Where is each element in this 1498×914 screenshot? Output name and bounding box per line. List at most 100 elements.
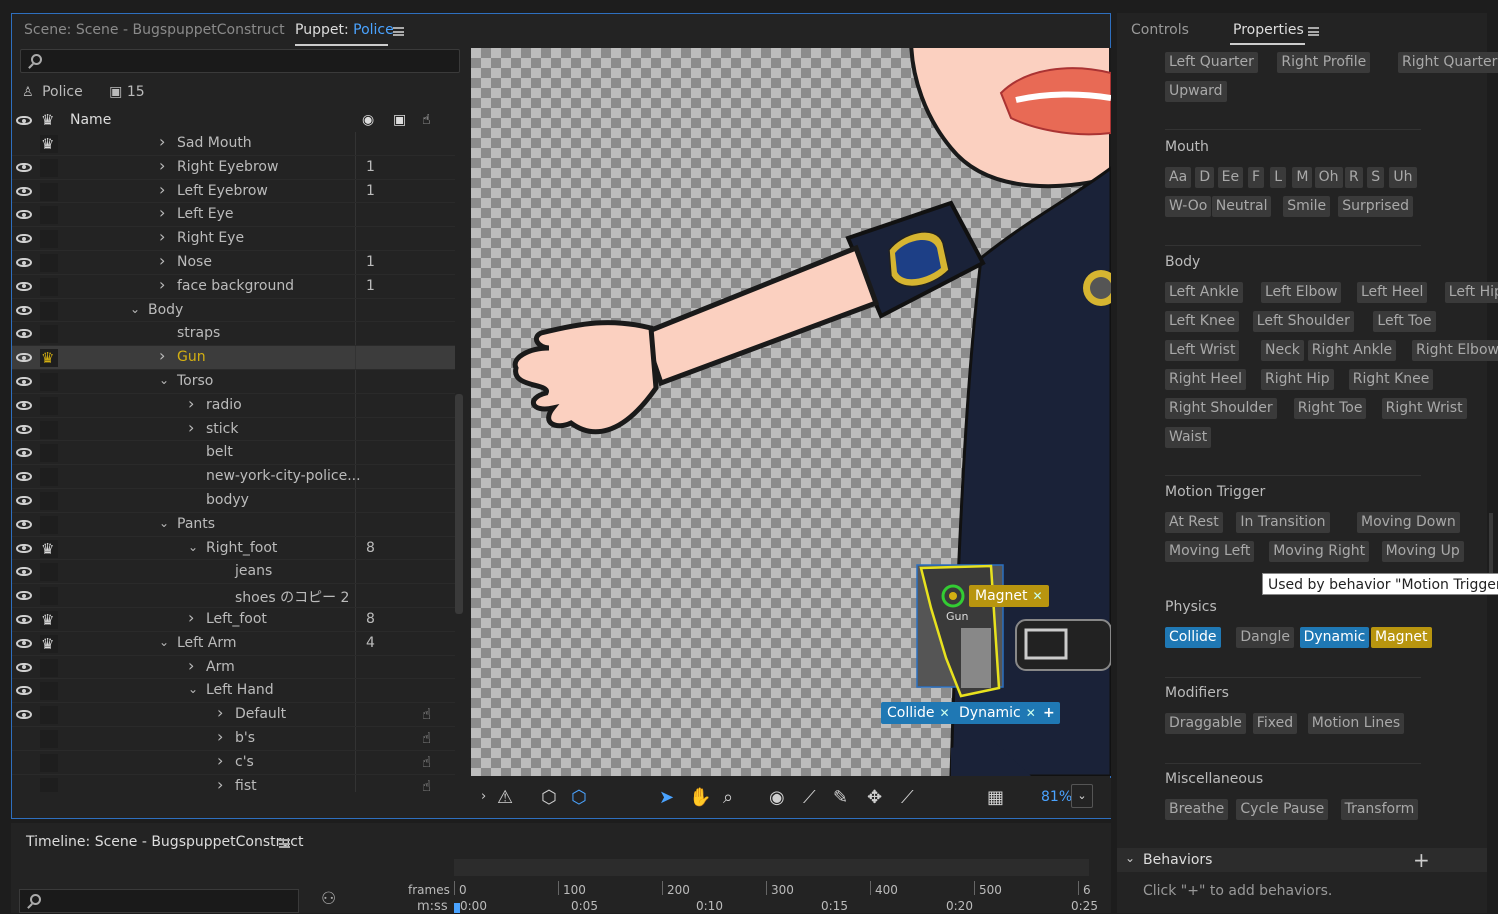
- tag-neck[interactable]: Neck: [1261, 340, 1304, 361]
- dragger-icon[interactable]: ⟋: [803, 787, 816, 808]
- chevron-right-icon[interactable]: ›: [188, 608, 194, 627]
- tag-left-toe[interactable]: Left Toe: [1373, 311, 1436, 332]
- layer-row[interactable]: straps: [12, 322, 455, 347]
- eye-icon[interactable]: [16, 710, 32, 720]
- tag-waist[interactable]: Waist: [1165, 427, 1212, 448]
- tag-l[interactable]: L: [1270, 167, 1286, 188]
- crown-icon[interactable]: ♛: [41, 349, 54, 367]
- tag-dynamic[interactable]: Dynamic: [1299, 627, 1370, 648]
- tag-w-oo[interactable]: W-Oo: [1165, 196, 1212, 217]
- close-icon[interactable]: ✕: [1033, 589, 1043, 603]
- close-icon[interactable]: ✕: [940, 706, 950, 720]
- tag-left-elbow[interactable]: Left Elbow: [1261, 282, 1342, 303]
- tag-left-hip[interactable]: Left Hip: [1444, 282, 1498, 303]
- tag-oh[interactable]: Oh: [1314, 167, 1343, 188]
- layer-search-input[interactable]: [20, 49, 460, 73]
- chevron-down-icon[interactable]: ⌄: [188, 540, 198, 554]
- eye-icon[interactable]: [16, 448, 32, 458]
- eye-icon[interactable]: [16, 162, 32, 172]
- layers-scrollbar[interactable]: [455, 394, 463, 614]
- chevron-right-icon[interactable]: ›: [188, 394, 194, 413]
- crown-toggle[interactable]: [40, 373, 58, 391]
- layer-row[interactable]: ♛ ⌄ Left Arm 4: [12, 631, 455, 656]
- crown-toggle[interactable]: [40, 254, 58, 272]
- panel-menu-icon[interactable]: [393, 27, 404, 36]
- tag-right-elbow[interactable]: Right Elbow: [1412, 340, 1498, 361]
- crown-toggle[interactable]: [40, 301, 58, 320]
- tag-left-ankle[interactable]: Left Ankle: [1165, 282, 1243, 303]
- zoom-icon[interactable]: ⌕: [723, 787, 733, 808]
- chevron-down-icon[interactable]: ⌄: [188, 682, 198, 696]
- tag-left-heel[interactable]: Left Heel: [1357, 282, 1428, 303]
- layer-row[interactable]: › face background 1: [12, 274, 455, 299]
- chevron-right-icon[interactable]: ›: [188, 656, 194, 675]
- eye-icon[interactable]: [16, 281, 32, 291]
- dynamic-tag[interactable]: Dynamic ✕: [953, 702, 1042, 724]
- chevron-right-icon[interactable]: ›: [159, 203, 165, 222]
- tab-puppet[interactable]: Puppet: Police: [295, 22, 394, 38]
- tag-uh[interactable]: Uh: [1389, 167, 1417, 188]
- hexagon-icon[interactable]: ⬡: [571, 787, 587, 808]
- tag-left-shoulder[interactable]: Left Shoulder: [1252, 311, 1354, 332]
- eye-icon[interactable]: [16, 472, 32, 482]
- chevron-right-icon[interactable]: ›: [159, 156, 165, 175]
- crown-toggle[interactable]: [40, 706, 58, 725]
- eye-icon[interactable]: [16, 567, 32, 577]
- tag-right-profile[interactable]: Right Profile: [1277, 52, 1371, 73]
- tag-transform[interactable]: Transform: [1340, 799, 1419, 820]
- tag-ee[interactable]: Ee: [1217, 167, 1244, 188]
- chevron-down-icon[interactable]: ⌄: [1071, 784, 1093, 808]
- crown-toggle[interactable]: [40, 777, 58, 792]
- layer-row[interactable]: ♛ › Sad Mouth: [12, 132, 455, 156]
- layer-row[interactable]: ⌄ Left Hand: [12, 679, 455, 704]
- select-arrow-icon[interactable]: ➤: [659, 787, 674, 808]
- tag-collide[interactable]: Collide: [1165, 627, 1221, 648]
- chevron-down-icon[interactable]: ⌄: [159, 373, 169, 387]
- eye-icon[interactable]: [16, 662, 32, 672]
- crown-icon[interactable]: ♛: [41, 540, 54, 558]
- eye-icon[interactable]: [16, 591, 32, 601]
- crown-toggle[interactable]: [40, 682, 58, 701]
- tag-f[interactable]: F: [1248, 167, 1265, 188]
- eye-icon[interactable]: [16, 234, 32, 244]
- chevron-down-icon[interactable]: ⌄: [130, 302, 140, 316]
- tag-cycle-pause[interactable]: Cycle Pause: [1236, 799, 1329, 820]
- tag-dangle[interactable]: Dangle: [1236, 627, 1295, 648]
- eye-icon[interactable]: [16, 615, 32, 624]
- tag-right-wrist[interactable]: Right Wrist: [1381, 398, 1467, 419]
- chevron-right-icon[interactable]: ›: [159, 251, 165, 270]
- layer-row[interactable]: › Right Eye: [12, 227, 455, 251]
- tag-left-quarter[interactable]: Left Quarter: [1165, 52, 1258, 73]
- pin-icon[interactable]: ✎: [833, 787, 848, 808]
- hand-icon[interactable]: ☝: [422, 753, 431, 771]
- layer-row[interactable]: jeans: [12, 560, 455, 585]
- eye-icon[interactable]: [16, 377, 32, 386]
- chevron-right-icon[interactable]: ›: [217, 727, 223, 746]
- timeline-title[interactable]: Timeline: Scene - BugspuppetConstruct: [26, 834, 303, 850]
- crown-toggle[interactable]: [40, 753, 58, 772]
- tag-right-ankle[interactable]: Right Ankle: [1307, 340, 1397, 361]
- magnet-tag[interactable]: Magnet ✕: [969, 585, 1049, 607]
- tag-motion-lines[interactable]: Motion Lines: [1307, 713, 1405, 734]
- layer-row[interactable]: shoes のコピー 2: [12, 584, 455, 608]
- crown-toggle[interactable]: [40, 515, 58, 534]
- layer-row[interactable]: bodyy: [12, 489, 455, 513]
- chevron-right-icon[interactable]: ›: [159, 132, 165, 151]
- puppet-group-icon[interactable]: ⚇: [321, 889, 336, 909]
- eye-icon[interactable]: [16, 543, 32, 553]
- crown-toggle[interactable]: [40, 277, 58, 296]
- eye-icon[interactable]: [16, 400, 32, 410]
- close-icon[interactable]: ✕: [1026, 706, 1036, 720]
- chevron-down-icon[interactable]: ⌄: [159, 635, 169, 649]
- layer-row[interactable]: ♛ ⌄ Right_foot 8: [12, 536, 455, 561]
- crown-toggle[interactable]: [40, 420, 58, 439]
- tag-smile[interactable]: Smile: [1283, 196, 1331, 217]
- tag-neutral[interactable]: Neutral: [1211, 196, 1272, 217]
- layer-row[interactable]: › Default ☝: [12, 703, 455, 727]
- add-behavior-button[interactable]: +: [1413, 848, 1430, 872]
- layer-row[interactable]: › fist ☝: [12, 774, 455, 792]
- timeline-menu-icon[interactable]: [279, 839, 290, 848]
- eye-icon[interactable]: [16, 638, 32, 648]
- collide-tag[interactable]: Collide ✕: [881, 702, 956, 724]
- timeline-ruler[interactable]: 0 100 200 300 400 500 6 0:00 0:05 0:10 0:15 0:20 0:2…: [454, 881, 1098, 913]
